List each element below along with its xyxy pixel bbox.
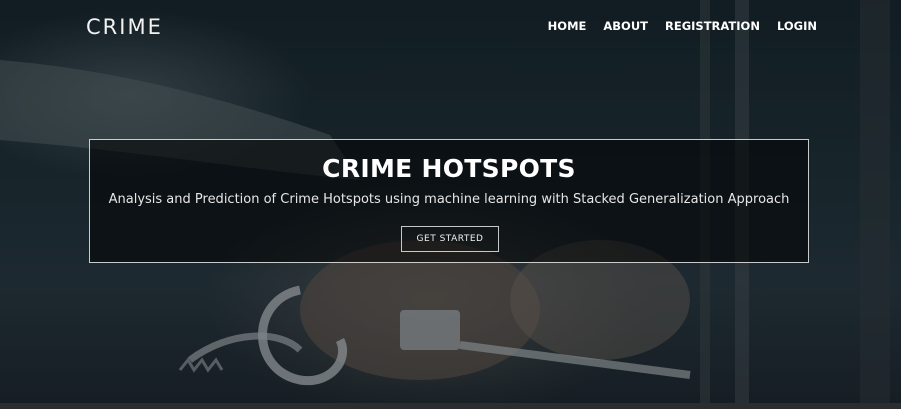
hero-banner: CRIME HOTSPOTS Analysis and Prediction o… [89,139,809,263]
nav-about[interactable]: ABOUT [603,19,648,33]
main-nav: HOME ABOUT REGISTRATION LOGIN [548,19,817,33]
nav-registration[interactable]: REGISTRATION [665,19,760,33]
get-started-button[interactable]: GET STARTED [401,226,499,252]
hero-subtitle: Analysis and Prediction of Crime Hotspot… [108,192,790,207]
hero-section: CRIME HOME ABOUT REGISTRATION LOGIN CRIM… [0,0,901,403]
hero-title: CRIME HOTSPOTS [322,154,576,183]
bottom-divider [0,403,901,409]
site-logo[interactable]: CRIME [86,15,163,39]
nav-home[interactable]: HOME [548,19,587,33]
nav-login[interactable]: LOGIN [777,19,817,33]
